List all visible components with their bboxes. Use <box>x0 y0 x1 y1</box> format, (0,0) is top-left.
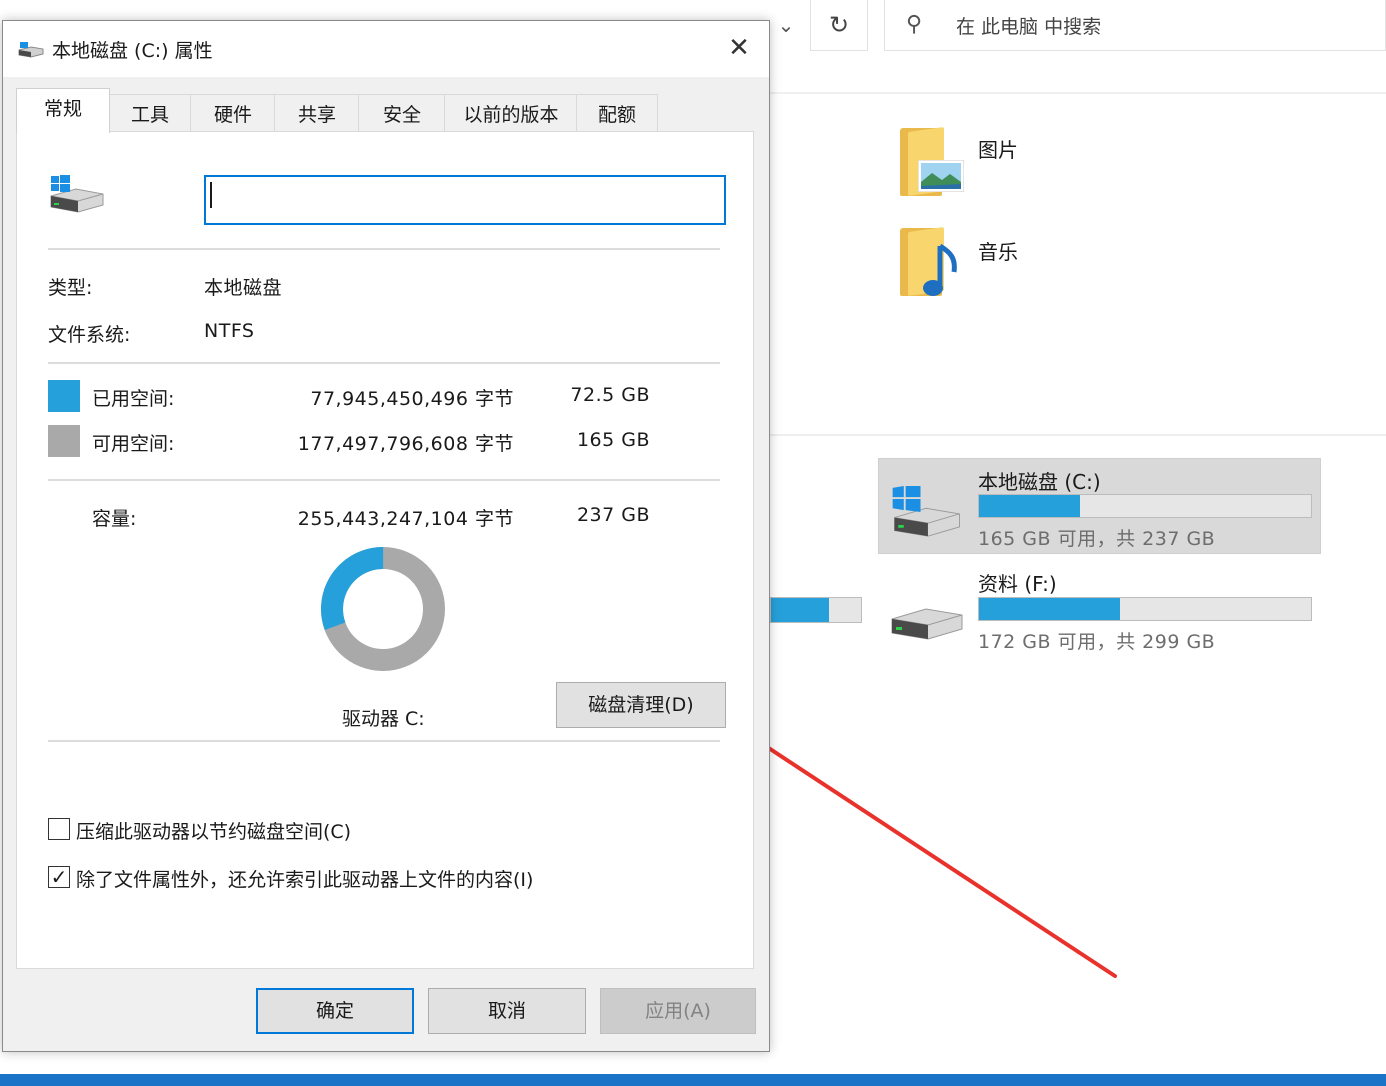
refresh-button[interactable]: ↻ <box>810 0 868 51</box>
free-space-label: 可用空间: <box>92 433 175 455</box>
disk-usage-donut <box>321 547 445 671</box>
volume-name-input[interactable] <box>204 175 726 225</box>
used-space-swatch <box>48 380 80 412</box>
drive-usage-bar-f <box>978 597 1312 621</box>
drive-name-c: 本地磁盘 (C:) <box>978 470 1101 494</box>
divider <box>48 479 720 481</box>
close-icon: ✕ <box>728 33 750 63</box>
chevron-down-icon[interactable]: ⌄ <box>772 10 800 40</box>
used-space-label: 已用空间: <box>92 388 175 410</box>
divider <box>48 362 720 364</box>
free-space-size: 165 GB <box>576 429 650 451</box>
compress-label[interactable]: 压缩此驱动器以节约磁盘空间(C) <box>76 817 351 844</box>
close-button[interactable]: ✕ <box>716 28 762 68</box>
type-label: 类型: <box>48 277 93 299</box>
used-space-size: 72.5 GB <box>570 384 650 406</box>
file-system-label: 文件系统: <box>48 324 131 346</box>
tab-tools[interactable]: 工具 <box>108 94 192 131</box>
pictures-folder-icon[interactable] <box>900 126 964 198</box>
cancel-button[interactable]: 取消 <box>428 988 586 1034</box>
index-checkbox[interactable]: ✓ <box>48 866 70 888</box>
dialog-title: 本地磁盘 (C:) 属性 <box>52 40 213 62</box>
search-icon: ⚲ <box>906 12 923 37</box>
drive-name-f[interactable]: 资料 (F:) <box>978 568 1057 597</box>
drive-free-text-c: 165 GB 可用，共 237 GB <box>978 528 1216 550</box>
capacity-bytes: 255,443,247,104 字节 <box>297 508 514 530</box>
hidden-drive-bar <box>770 597 862 623</box>
windows-logo-icon <box>892 486 921 512</box>
folder-label-pictures[interactable]: 图片 <box>978 134 1018 163</box>
index-label[interactable]: 除了文件属性外，还允许索引此驱动器上文件的内容(I) <box>76 865 533 892</box>
tab-security[interactable]: 安全 <box>358 94 446 131</box>
check-icon: ✓ <box>50 865 68 889</box>
tab-previous-versions[interactable]: 以前的版本 <box>444 94 578 131</box>
hard-drive-icon <box>50 175 104 213</box>
taskbar <box>0 1074 1386 1086</box>
capacity-size: 237 GB <box>576 504 650 526</box>
apply-button[interactable]: 应用(A) <box>600 988 756 1034</box>
drive-free-text-f: 172 GB 可用，共 299 GB <box>978 631 1216 653</box>
text-caret <box>210 182 212 208</box>
hard-drive-icon <box>892 486 960 537</box>
free-space-bytes: 177,497,796,608 字节 <box>297 433 514 455</box>
compress-checkbox[interactable] <box>48 818 70 840</box>
file-system-value: NTFS <box>204 320 255 342</box>
hard-drive-icon <box>891 608 963 640</box>
disk-cleanup-button[interactable]: 磁盘清理(D) <box>556 682 726 728</box>
tab-hardware[interactable]: 硬件 <box>190 94 276 131</box>
folder-label-music[interactable]: 音乐 <box>978 236 1018 265</box>
drive-usage-bar-c <box>978 494 1312 518</box>
tab-quota[interactable]: 配额 <box>576 94 658 131</box>
windows-logo-icon <box>51 175 70 192</box>
drive-icon <box>18 42 44 58</box>
capacity-label: 容量: <box>92 508 137 530</box>
drive-label: 驱动器 C: <box>342 708 425 730</box>
search-input[interactable]: 在 此电脑 中搜索 <box>956 12 1101 39</box>
used-space-bytes: 77,945,450,496 字节 <box>310 388 514 410</box>
explorer-divider <box>770 92 1386 94</box>
divider <box>48 248 720 250</box>
tab-general[interactable]: 常规 <box>16 88 110 133</box>
music-folder-icon[interactable] <box>900 226 962 298</box>
section-divider <box>770 434 1386 436</box>
free-space-swatch <box>48 425 80 457</box>
divider <box>48 740 720 742</box>
ok-button[interactable]: 确定 <box>256 988 414 1034</box>
tab-sharing[interactable]: 共享 <box>274 94 360 131</box>
type-value: 本地磁盘 <box>204 277 283 299</box>
refresh-icon: ↻ <box>828 11 850 39</box>
